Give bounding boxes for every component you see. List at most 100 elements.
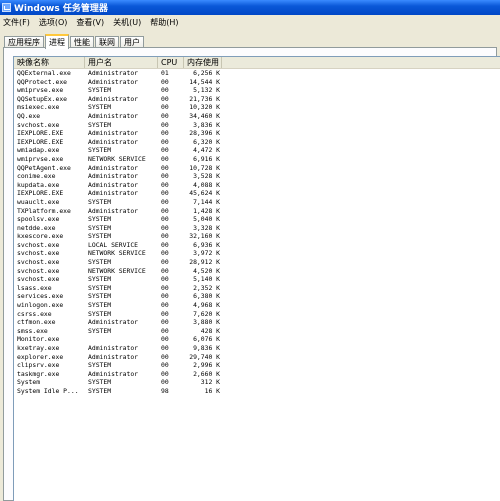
process-image-name: QQ.exe (17, 111, 41, 120)
table-row[interactable]: QQSetupEx.exe Administrator 00 21,736 K (14, 95, 500, 104)
process-image-name: Monitor.exe (17, 335, 60, 344)
process-image-name: svchost.exe (17, 120, 60, 129)
process-memory: 6,936 K (193, 240, 220, 249)
table-row[interactable]: System Idle P... SYSTEM 98 16 K (14, 387, 500, 396)
table-row[interactable]: wmiprvse.exe NETWORK SERVICE 00 6,916 K (14, 155, 500, 164)
process-cpu: 00 (161, 344, 169, 352)
process-cpu: 00 (161, 326, 169, 335)
process-user-name: SYSTEM (88, 326, 112, 335)
table-row[interactable]: IEXPLORE.EXE Administrator 00 28,396 K (14, 129, 500, 138)
table-row[interactable]: kupdata.exe Administrator 00 4,088 K (14, 181, 500, 190)
menu-view[interactable]: 查看(V) (76, 17, 104, 28)
process-user-name: SYSTEM (88, 292, 112, 301)
table-row[interactable]: QQPetAgent.exe Administrator 00 10,728 K (14, 164, 500, 173)
table-row[interactable]: kxetray.exe Administrator 00 9,836 K (14, 344, 500, 353)
process-memory: 6,380 K (193, 292, 220, 301)
table-row[interactable]: ctfmon.exe Administrator 00 3,880 K (14, 318, 500, 327)
process-cpu: 00 (161, 223, 169, 232)
table-row[interactable]: TXPlatform.exe Administrator 00 1,428 K (14, 207, 500, 216)
process-memory: 2,352 K (193, 283, 220, 292)
table-row[interactable]: svchost.exe SYSTEM 00 3,836 K (14, 121, 500, 130)
column-header-cpu[interactable]: CPU (158, 57, 184, 68)
process-memory: 5,140 K (193, 275, 220, 284)
table-row[interactable]: QQProtect.exe Administrator 00 14,544 K (14, 78, 500, 87)
process-memory: 14,544 K (189, 77, 220, 86)
process-image-name: conime.exe (17, 172, 56, 181)
table-row[interactable]: System SYSTEM 00 312 K (14, 378, 500, 387)
table-row[interactable]: svchost.exe SYSTEM 00 5,140 K (14, 275, 500, 284)
process-image-name: clipsrv.exe (17, 361, 60, 370)
table-row[interactable]: smss.exe SYSTEM 00 428 K (14, 327, 500, 336)
process-user-name: SYSTEM (88, 301, 112, 310)
table-row[interactable]: IEXPLORE.EXE Administrator 00 6,320 K (14, 138, 500, 147)
process-memory: 4,968 K (193, 301, 220, 310)
table-row[interactable]: spoolsv.exe SYSTEM 00 5,040 K (14, 215, 500, 224)
table-row[interactable]: netdde.exe SYSTEM 00 3,328 K (14, 224, 500, 233)
tab-processes[interactable]: 进程 (45, 34, 69, 49)
table-row[interactable]: explorer.exe Administrator 00 29,740 K (14, 353, 500, 362)
process-cpu: 00 (161, 163, 169, 172)
table-row[interactable]: svchost.exe NETWORK SERVICE 00 4,520 K (14, 267, 500, 276)
table-row[interactable]: kxescore.exe SYSTEM 00 32,160 K (14, 232, 500, 241)
process-memory: 6,076 K (193, 335, 220, 344)
process-image-name: kupdata.exe (17, 180, 60, 189)
process-memory: 3,880 K (193, 318, 220, 327)
process-memory: 428 K (200, 326, 220, 335)
table-row[interactable]: wuauclt.exe SYSTEM 00 7,144 K (14, 198, 500, 207)
table-row[interactable]: svchost.exe LOCAL SERVICE 00 6,936 K (14, 241, 500, 250)
table-row[interactable]: svchost.exe SYSTEM 00 28,912 K (14, 258, 500, 267)
process-list[interactable]: 映像名称 用户名 CPU 内存使用 QQExternal.exe Administ… (13, 56, 500, 501)
column-header-image-name[interactable]: 映像名称 (14, 57, 85, 68)
table-row[interactable]: winlogon.exe SYSTEM 00 4,968 K (14, 301, 500, 310)
process-cpu: 00 (161, 378, 169, 387)
process-cpu: 00 (161, 111, 169, 120)
menu-file[interactable]: 文件(F) (3, 17, 30, 28)
process-image-name: spoolsv.exe (17, 215, 60, 224)
table-row[interactable]: lsass.exe SYSTEM 00 2,352 K (14, 284, 500, 293)
menu-options[interactable]: 选项(O) (39, 17, 68, 28)
process-cpu: 00 (161, 258, 169, 267)
process-memory: 6,916 K (193, 154, 220, 163)
process-image-name: wmiprvse.exe (17, 86, 64, 95)
process-user-name: Administrator (88, 129, 139, 138)
table-row[interactable]: conime.exe Administrator 00 3,528 K (14, 172, 500, 181)
process-cpu: 00 (161, 103, 169, 112)
process-cpu: 00 (161, 301, 169, 310)
table-row[interactable]: Monitor.exe 00 6,076 K (14, 335, 500, 344)
table-row[interactable]: taskmgr.exe Administrator 00 2,660 K (14, 370, 500, 379)
process-image-name: QQSetupEx.exe (17, 94, 68, 103)
column-header-user-name[interactable]: 用户名 (85, 57, 158, 68)
process-cpu: 00 (161, 318, 169, 327)
process-user-name: Administrator (88, 369, 139, 378)
table-row[interactable]: QQ.exe Administrator 00 34,460 K (14, 112, 500, 121)
process-memory: 21,736 K (189, 94, 220, 103)
menu-help[interactable]: 帮助(H) (150, 17, 178, 28)
process-cpu: 00 (161, 369, 169, 378)
table-row[interactable]: QQExternal.exe Administrator 01 6,256 K (14, 69, 500, 78)
process-image-name: IEXPLORE.EXE (17, 129, 64, 138)
column-header-memory[interactable]: 内存使用 (184, 57, 222, 68)
table-row[interactable]: csrss.exe SYSTEM 00 7,620 K (14, 310, 500, 319)
process-cpu: 00 (161, 137, 169, 146)
process-cpu: 00 (161, 189, 169, 198)
process-user-name: SYSTEM (88, 386, 112, 395)
process-memory: 7,144 K (193, 197, 220, 206)
title-bar[interactable]: Windows 任务管理器 (0, 0, 500, 15)
process-cpu: 00 (161, 266, 169, 275)
process-memory: 34,460 K (189, 111, 220, 120)
table-row[interactable]: clipsrv.exe SYSTEM 00 2,996 K (14, 361, 500, 370)
table-row[interactable]: svchost.exe NETWORK SERVICE 00 3,972 K (14, 249, 500, 258)
table-row[interactable]: IEXPLORE.EXE Administrator 00 45,624 K (14, 189, 500, 198)
process-user-name: SYSTEM (88, 146, 112, 155)
table-row[interactable]: wmiadap.exe SYSTEM 00 4,472 K (14, 146, 500, 155)
table-row[interactable]: services.exe SYSTEM 00 6,380 K (14, 292, 500, 301)
process-image-name: QQProtect.exe (17, 77, 68, 86)
process-user-name: SYSTEM (88, 197, 112, 206)
menu-shutdown[interactable]: 关机(U) (113, 17, 141, 28)
table-row[interactable]: wmiprvse.exe SYSTEM 00 5,132 K (14, 86, 500, 95)
process-cpu: 00 (161, 240, 169, 249)
process-user-name (85, 335, 158, 344)
process-user-name: Administrator (88, 163, 139, 172)
table-row[interactable]: msiexec.exe SYSTEM 00 10,320 K (14, 103, 500, 112)
process-image-name: explorer.exe (17, 352, 64, 361)
